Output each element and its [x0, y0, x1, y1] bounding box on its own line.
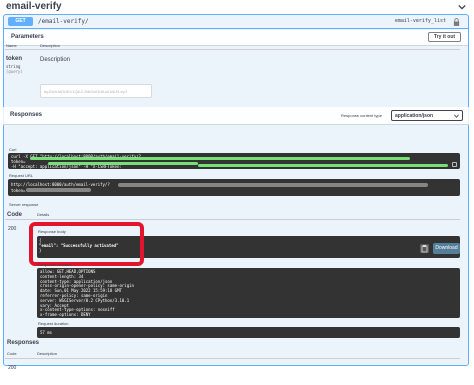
request-duration-label: Request duration	[38, 321, 69, 326]
section-title[interactable]: email-verify	[6, 1, 62, 12]
curl-box[interactable]: curl -X GET "http://localhost:8000/auth/…	[8, 153, 460, 169]
param-name: token	[6, 56, 23, 62]
parameters-title: Parameters	[11, 34, 44, 40]
status-code: 200	[8, 226, 17, 232]
request-url-line: token=	[11, 188, 26, 193]
divider	[5, 358, 460, 359]
chevron-down-icon[interactable]	[458, 3, 466, 11]
chevron-down-icon	[454, 114, 459, 118]
content-type-value: application/json	[395, 113, 434, 119]
operation-id: email-verify_list	[394, 18, 446, 24]
responses-title: Responses	[7, 340, 40, 346]
header-line: x-frame-options: DENY	[40, 312, 91, 318]
content-type-label: Response content type	[341, 113, 382, 118]
parameters-header: Parameters Try it out	[4, 30, 468, 46]
details-header: Details	[37, 212, 50, 217]
code-header: Code	[7, 351, 17, 356]
clipboard-icon	[421, 245, 428, 253]
response-headers-box[interactable]: allow: GET,HEAD,OPTIONS content-length: …	[37, 268, 460, 318]
request-duration-box: 57 ms	[37, 327, 460, 338]
copy-icon[interactable]	[420, 244, 429, 253]
status-code: 200	[8, 365, 17, 371]
redaction-mark	[118, 183, 428, 187]
lock-icon[interactable]	[453, 18, 460, 26]
param-description: Description	[40, 57, 71, 63]
try-it-out-button[interactable]: Try it out	[428, 32, 461, 42]
download-button[interactable]: Download	[433, 243, 460, 254]
highlight-annotation	[29, 222, 144, 266]
request-url-box[interactable]: http://localhost:8000/auth/email-verify/…	[8, 179, 460, 196]
redaction-mark	[26, 188, 91, 192]
code-header: Code	[7, 212, 22, 218]
responses-header: Responses Response content type applicat…	[3, 107, 469, 125]
divider	[5, 49, 460, 50]
responses-title: Responses	[10, 112, 43, 118]
description-header: Description	[37, 351, 58, 356]
request-url-line: http://localhost:8000/auth/email-verify/…	[11, 182, 110, 187]
operation-summary[interactable]: GET /email-verify/ email-verify_list	[4, 15, 468, 29]
content-type-select[interactable]: application/json	[391, 110, 463, 121]
column-description-header: Description	[40, 43, 61, 48]
divider	[5, 219, 460, 220]
token-input[interactable]: eyJ0eXAiOiJKV1QiLCJhbGciOiJIUzI1NiJ9.eyJ	[40, 84, 152, 98]
param-location: (query)	[6, 69, 23, 74]
response-headers-label: Response headers	[38, 262, 72, 267]
method-badge: GET	[8, 17, 33, 26]
redaction-mark	[30, 157, 410, 160]
curl-label: Curl	[9, 147, 17, 152]
operation-path: /email-verify/	[38, 18, 89, 25]
redaction-mark	[198, 164, 448, 167]
server-response-label: Server response	[9, 202, 39, 207]
copy-icon[interactable]	[452, 162, 457, 167]
request-url-label: Request URL	[9, 173, 34, 178]
redaction-mark	[48, 162, 198, 165]
request-duration-value: 57 ms	[40, 330, 53, 335]
column-name-header: Name	[6, 43, 17, 48]
